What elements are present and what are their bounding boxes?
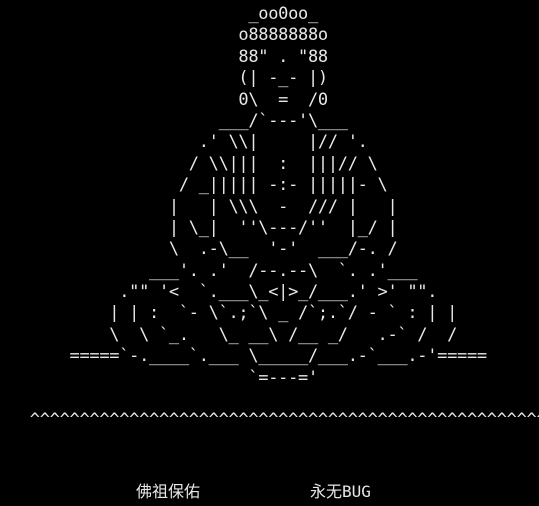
ascii-line: `=---='	[0, 367, 318, 388]
terminal-window[interactable]: _oo0oo_ o8888888o 88" . "88 (| -_- |) 0\…	[0, 0, 539, 506]
blessing-right-text: 永无BUG	[310, 482, 371, 501]
ascii-line: \ \ `_. \_ __\ /__ _/ .-` / /	[0, 324, 458, 345]
ascii-line: 88" . "88	[0, 46, 328, 67]
blessing-left-text: 佛祖保佑	[136, 482, 201, 501]
ascii-line: o8888888o	[0, 25, 328, 46]
ascii-line: ___/`---'\___	[0, 110, 348, 131]
ascii-line: ___'. .' /--.--\ `. .'___	[0, 260, 418, 281]
ascii-line: | | : `- \`.;`\ _ /`;.`/ - ` : | |	[0, 303, 458, 324]
ascii-line	[0, 389, 539, 410]
buddha-ascii-art: _oo0oo_ o8888888o 88" . "88 (| -_- |) 0\…	[0, 4, 539, 432]
ascii-line: ^^^^^^^^^^^^^^^^^^^^^^^^^^^^^^^^^^^^^^^^…	[29, 410, 539, 431]
ascii-line: ."" '< `.___\_<|>_/___.' >' "".	[0, 282, 438, 303]
ascii-line: 0\ = /0	[0, 89, 328, 110]
ascii-line: | | \\\ - /// | |	[0, 196, 398, 217]
ascii-line: =====`-.____`.___ \_____/___.-`___.-'===…	[0, 346, 488, 367]
ascii-line: / \\||| : |||// \	[0, 153, 378, 174]
ascii-line: _oo0oo_	[0, 4, 318, 24]
ascii-line: .' \\| |// '.	[0, 132, 368, 153]
ascii-line: \ .-\__ '-' ___/-. /	[0, 239, 398, 260]
ascii-line: | \_| ''\---/'' |_/ |	[0, 217, 398, 238]
blessing-line: 佛祖保佑 永无BUG	[0, 478, 539, 502]
ascii-line: (| -_- |)	[0, 68, 328, 89]
ascii-line: / _||||| -:- |||||- \	[0, 175, 388, 196]
